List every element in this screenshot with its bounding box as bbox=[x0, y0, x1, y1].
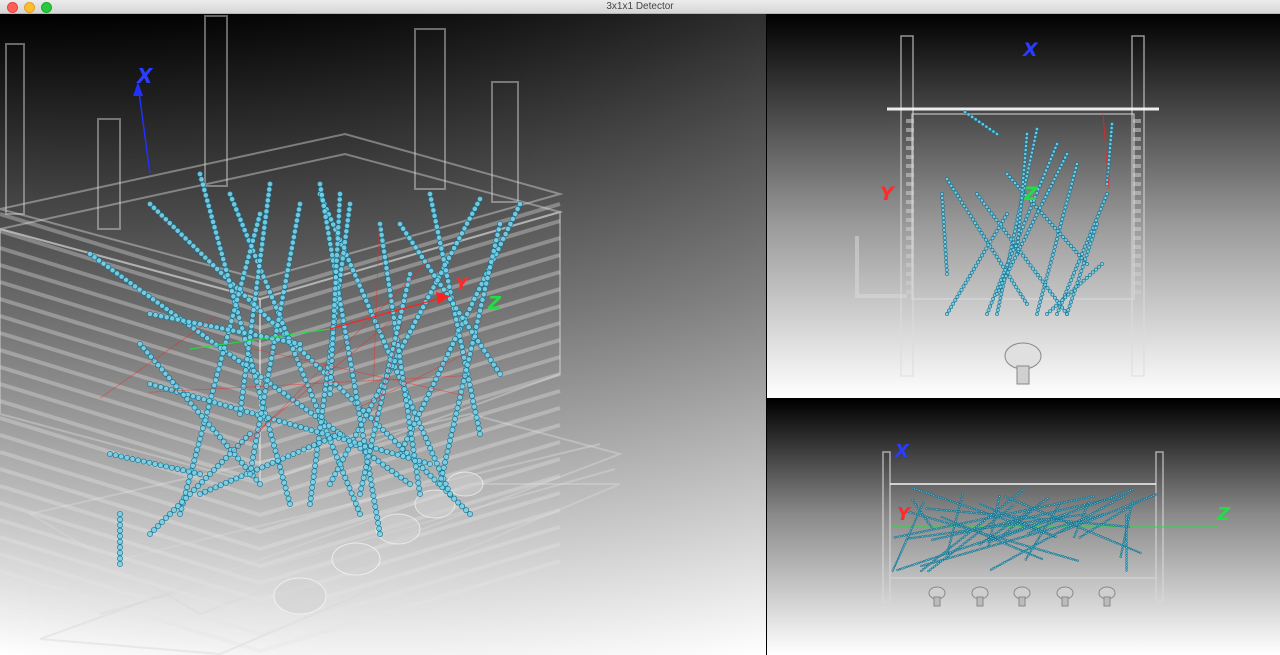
side-projection-view[interactable]: X Y Z bbox=[767, 400, 1280, 655]
top-y-axis-label: Y bbox=[880, 183, 896, 205]
x-axis-label: X bbox=[135, 64, 154, 88]
side-y-axis-label: Y bbox=[897, 504, 912, 525]
top-projection-view[interactable]: X Y Z bbox=[767, 14, 1280, 398]
z-axis-label: Z bbox=[487, 293, 502, 314]
y-axis-label: Y bbox=[455, 274, 470, 295]
side-x-axis-label: X bbox=[894, 441, 910, 462]
window-title: 3x1x1 Detector bbox=[606, 1, 674, 12]
title-bar[interactable]: 3x1x1 Detector bbox=[0, 0, 1280, 14]
top-x-axis-label: X bbox=[1022, 39, 1039, 61]
side-z-axis-label: Z bbox=[1216, 504, 1231, 525]
top-view-canvas[interactable]: X Y Z bbox=[767, 14, 1280, 398]
perspective-3d-view[interactable]: X Y Z bbox=[0, 14, 766, 655]
side-view-canvas[interactable]: X Y Z bbox=[767, 400, 1280, 655]
top-z-axis-label: Z bbox=[1023, 183, 1039, 205]
perspective-canvas[interactable]: X Y Z bbox=[0, 14, 766, 655]
detector-window: 3x1x1 Detector X Y Z X Y Z X Y Z bbox=[0, 0, 1280, 655]
